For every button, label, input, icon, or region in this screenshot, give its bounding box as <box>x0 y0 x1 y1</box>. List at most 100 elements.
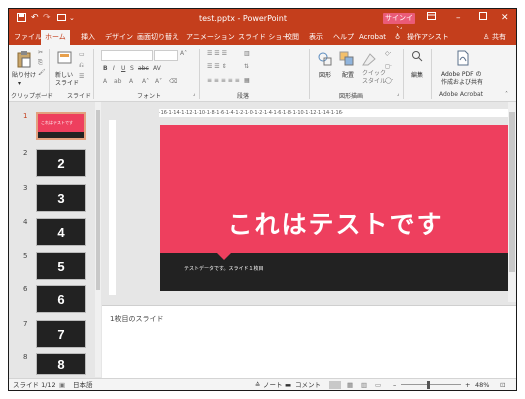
save-icon[interactable] <box>17 13 26 26</box>
char-spacing-icon[interactable]: AV <box>153 65 161 73</box>
new-slide-icon[interactable] <box>57 50 73 66</box>
reset-icon[interactable]: ⎌ <box>79 62 84 70</box>
tab-home[interactable]: ホーム <box>41 30 70 45</box>
slide-thumbnail-5[interactable]: 5 <box>36 252 86 280</box>
ribbon-display-options-icon[interactable] <box>427 12 436 24</box>
clear-format-icon[interactable]: ⌫ <box>169 78 177 86</box>
increase-font-icon[interactable]: A˄ <box>180 50 187 58</box>
zoom-in-icon[interactable]: + <box>465 381 470 389</box>
current-slide[interactable]: これはテストです テストデータです。スライド１枚目 <box>160 125 511 291</box>
share-button[interactable]: 共有 <box>492 32 506 42</box>
align-icon[interactable]: ≡ ≡ ≡ ≡ ≡ <box>207 77 240 85</box>
maximize-icon[interactable] <box>479 12 487 24</box>
slide-sorter-icon[interactable]: ▦ <box>347 381 353 389</box>
slide-thumbnail-7[interactable]: 7 <box>36 320 86 348</box>
font-name-input[interactable] <box>101 50 153 61</box>
slide-subtitle[interactable]: テストデータです。スライド１枚目 <box>184 265 264 272</box>
notes-icon[interactable]: ≙ <box>255 381 260 389</box>
share-icon[interactable]: ♙ <box>483 32 489 42</box>
shape-effects-icon[interactable]: ◯· <box>385 77 394 85</box>
slide-thumbnail-8[interactable]: 8 <box>36 353 86 375</box>
tab-design[interactable]: デザイン <box>105 32 133 42</box>
strikethrough-icon[interactable]: abc <box>138 65 149 73</box>
slide-thumbnail-3[interactable]: 3 <box>36 184 86 212</box>
collapse-ribbon-icon[interactable]: ˄ <box>505 91 508 99</box>
quick-styles-icon[interactable] <box>361 51 377 67</box>
spellcheck-icon[interactable]: ▣ <box>59 381 65 389</box>
zoom-level[interactable]: 48% <box>475 381 489 389</box>
slide-thumbnail-2[interactable]: 2 <box>36 149 86 177</box>
comments-icon[interactable]: ▬ <box>285 381 291 389</box>
font-size-input[interactable] <box>154 50 178 61</box>
tab-acrobat[interactable]: Acrobat <box>359 32 386 42</box>
editor-scrollbar-thumb[interactable] <box>509 112 515 272</box>
font-size-down-icon[interactable]: A˅ <box>155 78 162 86</box>
format-painter-icon[interactable]: 🖌 <box>38 69 46 77</box>
shape-outline-icon[interactable]: ◻· <box>385 63 392 71</box>
tell-me-box[interactable]: 操作アシスト <box>407 32 449 42</box>
drawing-launcher-icon[interactable]: ⌟ <box>397 91 399 97</box>
minimize-icon[interactable]: – <box>456 12 461 24</box>
font-color-icon[interactable]: A <box>129 78 133 86</box>
cut-icon[interactable]: ✂ <box>38 49 43 57</box>
start-slideshow-icon[interactable] <box>57 13 66 26</box>
tab-file[interactable]: ファイル <box>14 32 42 42</box>
tab-help[interactable]: ヘルプ <box>333 32 354 42</box>
tab-animations[interactable]: アニメーション <box>186 32 235 42</box>
italic-icon[interactable]: I <box>113 65 115 73</box>
editor-scrollbar[interactable] <box>508 102 516 302</box>
line-spacing-icon[interactable]: ☰ ☰ ⇕ <box>207 63 227 71</box>
tab-view[interactable]: 表示 <box>309 32 323 42</box>
find-icon[interactable] <box>411 50 423 62</box>
close-icon[interactable]: ✕ <box>501 12 509 24</box>
tab-insert[interactable]: 挿入 <box>81 32 95 42</box>
bold-icon[interactable]: B <box>103 65 108 73</box>
adobe-pdf-icon[interactable] <box>456 50 470 66</box>
shape-fill-icon[interactable]: ◇· <box>385 50 392 58</box>
normal-view-icon[interactable] <box>329 381 341 389</box>
section-icon[interactable]: ☰ <box>79 73 84 81</box>
tab-review[interactable]: 校閲 <box>285 32 299 42</box>
zoom-slider-thumb[interactable] <box>427 381 430 389</box>
paste-label[interactable]: 貼り付け <box>12 72 36 80</box>
columns-icon[interactable]: ▥ <box>244 50 250 58</box>
text-direction-icon[interactable]: ⇅ <box>244 63 249 71</box>
clipboard-launcher-icon[interactable]: ⌟ <box>45 91 47 97</box>
undo-icon[interactable]: ↶ <box>31 13 39 24</box>
arrange-label[interactable]: 配置 <box>342 72 354 80</box>
copy-icon[interactable]: ⎘ <box>38 59 43 67</box>
shadow-icon[interactable]: S <box>130 65 134 73</box>
underline-icon[interactable]: U <box>121 65 125 73</box>
notes-text[interactable]: 1枚目のスライド <box>110 314 163 324</box>
highlight-icon[interactable]: ab <box>114 78 122 86</box>
layout-icon[interactable]: ▭ <box>79 51 85 59</box>
notes-pane[interactable]: 1枚目のスライド <box>102 305 516 378</box>
redo-icon[interactable]: ↷ <box>43 13 51 24</box>
customize-qat-icon[interactable]: ⌄ <box>69 13 75 24</box>
edit-label[interactable]: 編集 <box>411 72 423 80</box>
shapes-label[interactable]: 図形 <box>319 72 331 80</box>
thumbnail-scrollbar-thumb[interactable] <box>96 110 100 290</box>
zoom-slider[interactable] <box>401 384 461 385</box>
bullets-icon[interactable]: ☰ ☰ ☰ <box>207 50 227 58</box>
paste-icon[interactable] <box>16 50 32 68</box>
fit-to-window-icon[interactable]: ⊡ <box>500 381 505 389</box>
language-indicator[interactable]: 日本語 <box>73 381 93 389</box>
adobe-pdf-label[interactable]: Adobe PDF の 作成および共有 <box>441 71 483 87</box>
smartart-icon[interactable]: ▦ <box>244 77 250 85</box>
tab-transitions[interactable]: 画面切り替え <box>137 32 179 42</box>
tab-slideshow[interactable]: スライド ショー <box>238 32 289 42</box>
reading-view-icon[interactable]: ▥ <box>361 381 367 389</box>
slide-title[interactable]: これはテストです <box>160 205 511 241</box>
font-launcher-icon[interactable]: ⌟ <box>193 91 195 97</box>
notes-button[interactable]: ノート <box>263 381 283 389</box>
slideshow-view-icon[interactable]: ▭ <box>375 381 381 389</box>
zoom-out-icon[interactable]: – <box>393 381 396 389</box>
comments-button[interactable]: コメント <box>295 381 321 389</box>
arrange-icon[interactable] <box>339 51 355 67</box>
slide-thumbnail-4[interactable]: 4 <box>36 218 86 246</box>
signin-button[interactable]: サインイン <box>383 13 415 33</box>
paste-dropdown-icon[interactable]: ▾ <box>18 80 21 88</box>
quick-styles-label[interactable]: クイック スタイル <box>362 70 386 86</box>
new-slide-label[interactable]: 新しい スライド <box>55 72 79 88</box>
